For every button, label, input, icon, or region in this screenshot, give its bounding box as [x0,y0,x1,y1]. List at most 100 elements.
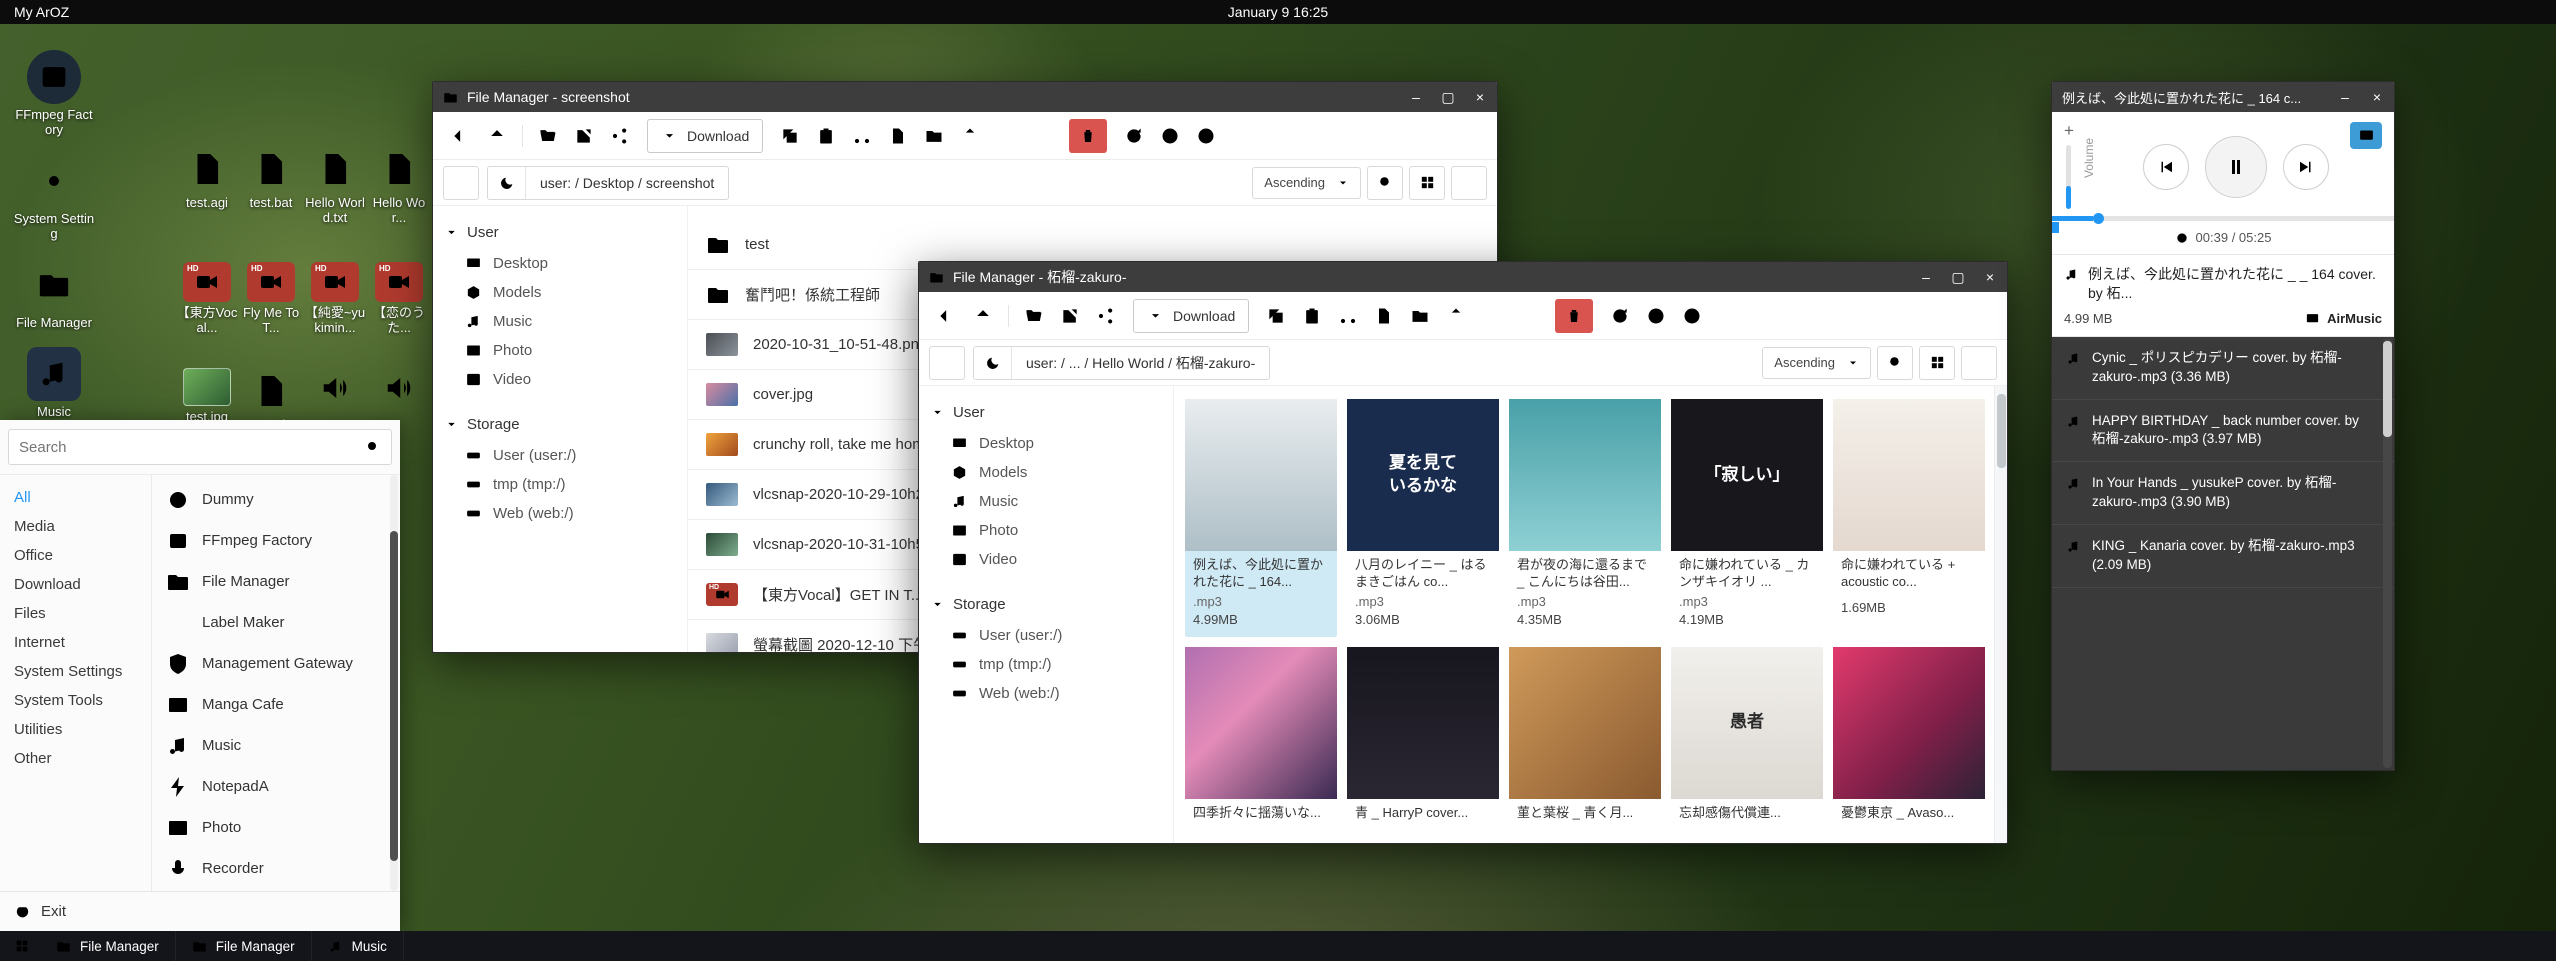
volume-up-button[interactable]: + [2064,122,2074,139]
open-external-button[interactable] [566,118,602,154]
四季折々に揺蕩いな...[interactable]: 四季折々に揺蕩いな... [1185,647,1337,841]
sidebar-item-desktop[interactable]: Desktop [433,249,687,278]
close-button[interactable]: × [1473,89,1487,106]
search-input[interactable] [19,439,365,456]
up-button[interactable] [965,298,1001,334]
sidebar-item-music[interactable]: Music [433,307,687,336]
cut-button[interactable] [1330,298,1366,334]
taskbar-item-file-manager-1[interactable]: File Manager [40,931,176,961]
desktop-file-hello-wor[interactable]: HD Hello Wor... [368,146,430,226]
desktop-icon-ffmpeg-factory[interactable]: FFmpeg Factory [12,50,96,138]
upload-button[interactable] [952,118,988,154]
app-item-system-setting[interactable]: System Setting [152,889,400,891]
app-item-manga-cafe[interactable]: Manga Cafe [152,684,400,725]
desktop-icon-music[interactable]: Music [12,347,96,420]
cast-button[interactable] [2350,122,2382,149]
rename-button[interactable] [1474,298,1510,334]
desktop-file-test-agi[interactable]: HD test.agi [176,146,238,226]
download-button[interactable]: Download [1133,299,1249,333]
sidebar-item-web-drive[interactable]: Web (web:/) [433,499,687,528]
desktop-icon-system-setting[interactable]: System Setting [12,154,96,242]
title-bar[interactable]: File Manager - 柘榴-zakuro- – ▢ × [919,262,2007,292]
paste-button[interactable] [808,118,844,154]
sort-order-select[interactable]: Ascending [1252,167,1361,199]
八月のレイニー _ はるまきごはん co...[interactable]: 夏を見て いるかな 八月のレイニー _ はるまきごはん co... .mp3 3… [1347,399,1499,637]
Cynic _ ポリスピカデリー cover. by 柘榴-zakuro-.mp3 (3.36 MB)[interactable]: Cynic _ ポリスピカデリー cover. by 柘榴-zakuro-.mp… [2052,337,2394,400]
app-item-label-maker[interactable]: Label Maker [152,602,400,643]
open-external-button[interactable] [1052,298,1088,334]
download-button[interactable]: Download [647,119,763,153]
In Your Hands _ yusukeP cover. by 柘榴-zakuro-.mp3 (3.90 MB)[interactable]: In Your Hands _ yusukeP cover. by 柘榴-zak… [2052,462,2394,525]
dark-mode-toggle[interactable] [488,167,526,199]
search-button[interactable] [1877,346,1913,380]
sidebar-item-video[interactable]: Video [919,545,1173,574]
desktop-file-hello-world-txt[interactable]: HD Hello World.txt [304,146,366,226]
breadcrumb-path[interactable]: user: / ... / Hello World / 柘榴-zakuro- [1012,353,1269,373]
君が夜の海に還るまで _ こんにちは谷田...[interactable]: 君が夜の海に還るまで _ こんにちは谷田... .mp3 4.35MB [1509,399,1661,637]
命に嫌われている + acoustic co...[interactable]: 命に嫌われている + acoustic co... 1.69MB [1833,399,1985,637]
sidebar-item-tmp-drive[interactable]: tmp (tmp:/) [919,650,1173,679]
category-system-settings[interactable]: System Settings [0,657,151,686]
minimize-button[interactable]: – [1409,89,1423,106]
sidebar-item-tmp-drive[interactable]: tmp (tmp:/) [433,470,687,499]
sidebar-storage-header[interactable]: Storage [433,408,687,441]
sidebar-item-models[interactable]: Models [919,458,1173,487]
rename-button[interactable] [988,118,1024,154]
minimize-button[interactable]: – [1919,269,1933,286]
KING _ Kanaria cover. by 柘榴-zakuro-.mp3 (2.09 MB)[interactable]: KING _ Kanaria cover. by 柘榴-zakuro-.mp3 … [2052,525,2394,588]
HAPPY BIRTHDAY _ back number cover. by 柘榴-zakuro-.mp3 (3.97 MB)[interactable]: HAPPY BIRTHDAY _ back number cover. by 柘… [2052,400,2394,463]
dark-mode-toggle[interactable] [974,347,1012,379]
new-folder-button[interactable] [916,118,952,154]
list-view-button[interactable] [1961,346,1997,380]
volume-slider[interactable] [2066,145,2071,209]
help-button[interactable] [1188,118,1224,154]
previous-button[interactable] [2143,144,2189,190]
search-button[interactable] [1367,166,1403,200]
grid-view-button[interactable] [1919,346,1955,380]
grid-view-button[interactable] [1409,166,1445,200]
category-internet[interactable]: Internet [0,628,151,657]
title-bar[interactable]: File Manager - screenshot – ▢ × [433,82,1497,112]
copy-button[interactable] [772,118,808,154]
trash-button[interactable] [1555,299,1593,333]
share-button[interactable] [1088,298,1124,334]
breadcrumb-path[interactable]: user: / Desktop / screenshot [526,175,728,191]
青 _ HarryP cover...[interactable]: 青 _ HarryP cover... [1347,647,1499,841]
airmusic-badge[interactable]: AirMusic [2305,311,2382,326]
text-tool-button[interactable] [1024,118,1060,154]
system-menu-icon[interactable] [2524,3,2542,21]
category-office[interactable]: Office [0,541,151,570]
category-other[interactable]: Other [0,744,151,773]
list-view-button[interactable] [1451,166,1487,200]
player-menu-icon[interactable] [2354,161,2378,185]
maximize-button[interactable]: ▢ [1441,89,1455,106]
new-folder-button[interactable] [1402,298,1438,334]
忘却感傷代償連...[interactable]: 愚者 忘却感傷代償連... [1671,647,1823,841]
category-all[interactable]: All [0,483,151,512]
title-bar[interactable]: 例えば、今此処に置かれた花に _ 164 c... – × [2052,82,2394,112]
refresh-button[interactable] [1602,298,1638,334]
憂鬱東京 _ Avaso...[interactable]: 憂鬱東京 _ Avaso... [1833,647,1985,841]
up-button[interactable] [479,118,515,154]
app-item-notepada[interactable]: NotepadA [152,766,400,807]
desktop-file-junai[interactable]: HD 【純愛~yukimin... [304,262,366,336]
new-file-button[interactable] [1366,298,1402,334]
toggle-list-button[interactable] [929,346,965,380]
system-brand[interactable]: My ArOZ [14,4,69,20]
refresh-button[interactable] [1116,118,1152,154]
desktop-file-touhou-vocal[interactable]: HD 【東方Vocal... [176,262,238,336]
sidebar-item-video[interactable]: Video [433,365,687,394]
desktop-icon-file-manager[interactable]: File Manager [12,258,96,331]
app-item-music[interactable]: Music [152,725,400,766]
help-button[interactable] [1674,298,1710,334]
back-button[interactable] [929,298,965,334]
cut-button[interactable] [844,118,880,154]
taskbar-item-music[interactable]: Music [312,931,404,961]
sidebar-item-user-drive[interactable]: User (user:/) [919,621,1173,650]
sidebar-item-models[interactable]: Models [433,278,687,307]
share-button[interactable] [602,118,638,154]
pause-button[interactable] [2205,136,2267,198]
category-files[interactable]: Files [0,599,151,628]
minimize-button[interactable]: – [2338,89,2352,105]
open-button[interactable] [530,118,566,154]
